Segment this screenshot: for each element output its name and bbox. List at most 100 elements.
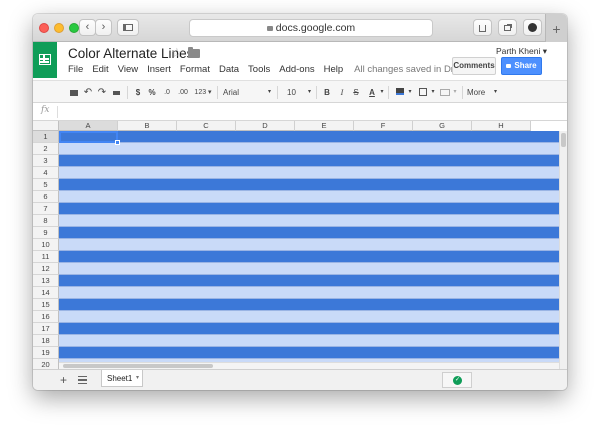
address-bar[interactable]: docs.google.com: [189, 19, 433, 37]
more-button[interactable]: More ▾: [467, 86, 497, 99]
number-format-dropdown[interactable]: 123 ▾: [193, 86, 213, 99]
user-account[interactable]: Parth Kheni ▾: [496, 46, 547, 57]
share-page-button[interactable]: [473, 19, 492, 36]
font-size-dropdown[interactable]: 10 ▾: [287, 86, 311, 99]
table-row[interactable]: [59, 263, 559, 275]
table-row[interactable]: [59, 347, 559, 359]
add-sheet-button[interactable]: +: [60, 373, 67, 387]
menu-data[interactable]: Data: [219, 64, 239, 75]
table-row[interactable]: [59, 143, 559, 155]
italic-button[interactable]: I: [337, 86, 347, 99]
sheet-tab[interactable]: Sheet1 ▾: [101, 370, 143, 387]
table-row[interactable]: [59, 299, 559, 311]
fill-handle[interactable]: [115, 140, 120, 145]
table-row[interactable]: [59, 287, 559, 299]
table-row[interactable]: [59, 323, 559, 335]
menu-insert[interactable]: Insert: [147, 64, 171, 75]
menu-format[interactable]: Format: [180, 64, 210, 75]
new-tab-button[interactable]: +: [545, 14, 567, 42]
row-header-11[interactable]: 11: [33, 251, 59, 263]
table-row[interactable]: [59, 155, 559, 167]
forward-button[interactable]: ›: [95, 19, 112, 36]
spreadsheet-grid[interactable]: 20 19 18 17 16 15 14 13 12 11 10 9 8 7 6 5 4 3 2 1 H G F E D C B A: [33, 121, 567, 369]
row-header-17[interactable]: 17: [33, 323, 59, 335]
vertical-scrollbar[interactable]: [559, 131, 567, 369]
table-row[interactable]: [59, 191, 559, 203]
minimize-window-button[interactable]: [54, 23, 64, 33]
row-header-16[interactable]: 16: [33, 311, 59, 323]
table-row[interactable]: [59, 239, 559, 251]
column-header-f[interactable]: F: [354, 121, 413, 131]
paint-format-button[interactable]: [111, 86, 121, 99]
row-header-12[interactable]: 12: [33, 263, 59, 275]
sidebar-toggle-button[interactable]: [117, 19, 139, 36]
save-status[interactable]: All changes saved in Drive: [354, 64, 466, 75]
row-header-1[interactable]: 1: [33, 131, 59, 143]
close-window-button[interactable]: [39, 23, 49, 33]
chevron-down-icon[interactable]: ▾: [136, 370, 139, 387]
table-row[interactable]: [59, 275, 559, 287]
formula-input[interactable]: [61, 105, 561, 119]
menu-addons[interactable]: Add-ons: [279, 64, 314, 75]
row-header-14[interactable]: 14: [33, 287, 59, 299]
row-header-18[interactable]: 18: [33, 335, 59, 347]
column-header-e[interactable]: E: [295, 121, 354, 131]
row-header-7[interactable]: 7: [33, 203, 59, 215]
row-header-3[interactable]: 3: [33, 155, 59, 167]
column-header-b[interactable]: B: [118, 121, 177, 131]
column-header-h[interactable]: H: [472, 121, 531, 131]
table-row[interactable]: [59, 335, 559, 347]
menu-tools[interactable]: Tools: [248, 64, 270, 75]
row-header-2[interactable]: 2: [33, 143, 59, 155]
table-row[interactable]: [59, 251, 559, 263]
scrollbar-thumb[interactable]: [63, 364, 213, 368]
downloads-button[interactable]: [523, 19, 542, 36]
scrollbar-thumb[interactable]: [561, 133, 566, 147]
table-row[interactable]: [59, 311, 559, 323]
back-button[interactable]: ‹: [79, 19, 96, 36]
chevron-down-icon[interactable]: ▾: [430, 86, 436, 99]
menu-file[interactable]: File: [68, 64, 83, 75]
decrease-decimal-button[interactable]: .0: [161, 86, 173, 99]
row-header-19[interactable]: 19: [33, 347, 59, 359]
share-button[interactable]: Share: [501, 57, 542, 75]
comments-button[interactable]: Comments: [452, 57, 496, 75]
menu-view[interactable]: View: [118, 64, 138, 75]
percent-format-button[interactable]: %: [147, 86, 157, 99]
tabs-overview-button[interactable]: [498, 19, 517, 36]
text-color-button[interactable]: A: [365, 86, 379, 99]
bold-button[interactable]: B: [322, 86, 332, 99]
maximize-window-button[interactable]: [69, 23, 79, 33]
all-sheets-button[interactable]: [78, 376, 87, 384]
menu-edit[interactable]: Edit: [92, 64, 108, 75]
menu-help[interactable]: Help: [324, 64, 344, 75]
row-header-20[interactable]: 20: [33, 359, 59, 369]
font-family-dropdown[interactable]: Arial ▾: [223, 86, 271, 99]
increase-decimal-button[interactable]: .00: [176, 86, 190, 99]
star-icon[interactable]: ☆: [171, 45, 183, 61]
table-row[interactable]: [59, 227, 559, 239]
borders-button[interactable]: [417, 86, 429, 99]
column-header-c[interactable]: C: [177, 121, 236, 131]
table-row[interactable]: [59, 179, 559, 191]
row-header-6[interactable]: 6: [33, 191, 59, 203]
explore-button[interactable]: ✓: [442, 372, 472, 388]
row-header-9[interactable]: 9: [33, 227, 59, 239]
folder-icon[interactable]: [188, 47, 200, 58]
row-header-8[interactable]: 8: [33, 215, 59, 227]
column-header-a[interactable]: A: [59, 121, 118, 131]
active-cell-A1[interactable]: [59, 131, 118, 143]
chevron-down-icon[interactable]: ▾: [452, 86, 458, 99]
row-header-10[interactable]: 10: [33, 239, 59, 251]
chevron-down-icon[interactable]: ▾: [379, 86, 385, 99]
undo-button[interactable]: ↶: [83, 86, 93, 99]
row-header-4[interactable]: 4: [33, 167, 59, 179]
select-all-corner[interactable]: [33, 121, 59, 131]
merge-cells-button[interactable]: [439, 86, 451, 99]
table-row[interactable]: [59, 167, 559, 179]
table-row[interactable]: [59, 131, 559, 143]
column-header-d[interactable]: D: [236, 121, 295, 131]
redo-button[interactable]: ↷: [97, 86, 107, 99]
strikethrough-button[interactable]: S: [351, 86, 361, 99]
table-row[interactable]: [59, 203, 559, 215]
